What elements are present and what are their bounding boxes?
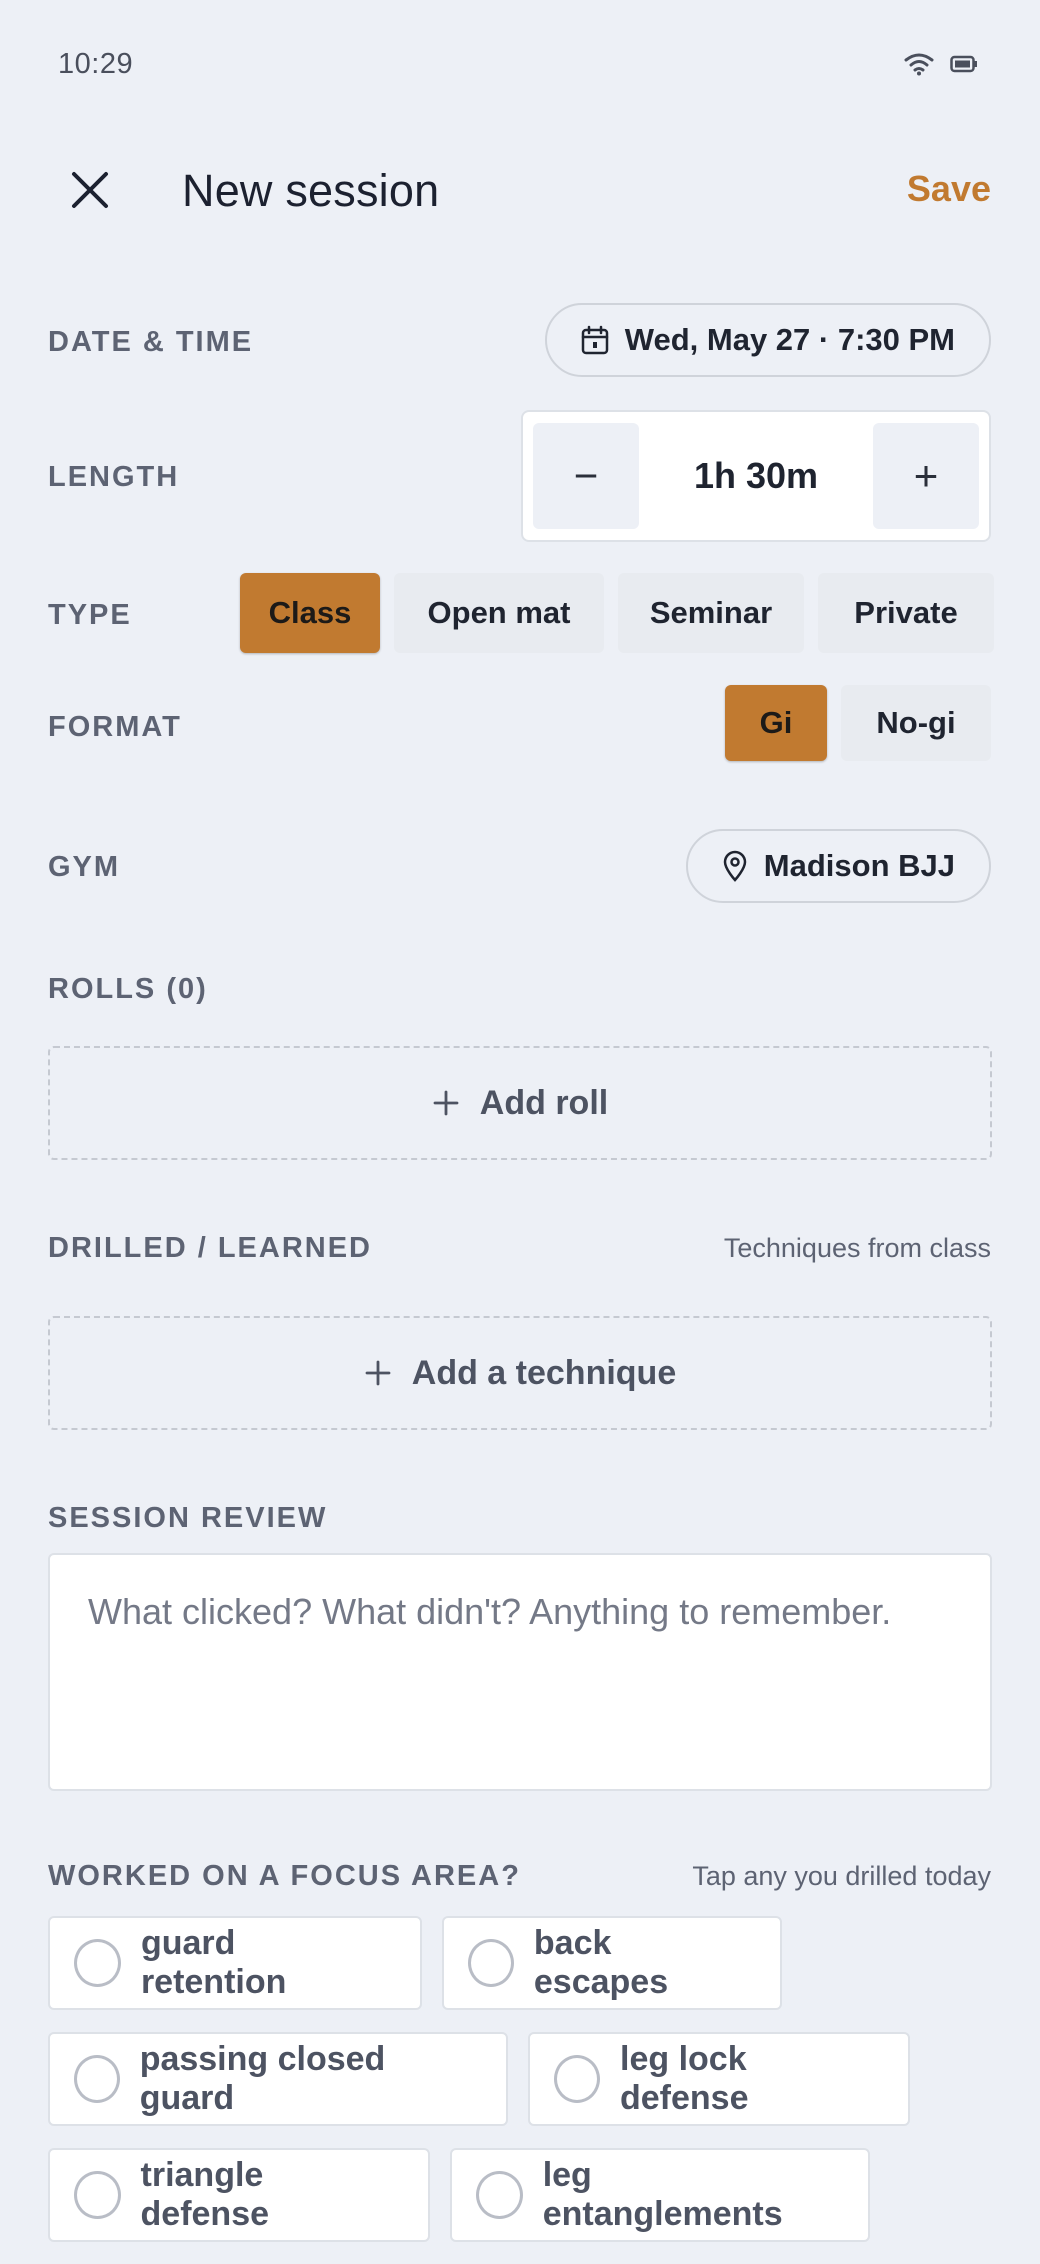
radio-icon: [476, 2171, 523, 2219]
focus-chip-label: guard retention: [140, 1924, 287, 2001]
status-time: 10:29: [58, 48, 134, 80]
save-button[interactable]: Save: [907, 168, 991, 210]
type-option-private[interactable]: Private: [818, 573, 994, 653]
wifi-icon: [904, 53, 934, 76]
rolls-label: ROLLS (0): [48, 973, 208, 1005]
focus-area-list: guard retention back escapes passing clo…: [48, 1916, 1008, 2264]
type-option-class[interactable]: Class: [240, 573, 380, 653]
focus-hint: Tap any you drilled today: [692, 1861, 991, 1891]
gym-picker[interactable]: Madison BJJ: [685, 829, 991, 903]
drilled-label: DRILLED / LEARNED: [48, 1232, 372, 1264]
gym-value: Madison BJJ: [763, 848, 955, 883]
add-roll-label: Add roll: [479, 1083, 609, 1122]
type-option-open-mat[interactable]: Open mat: [394, 573, 604, 653]
page-title: New session: [182, 165, 440, 216]
type-selector: Class Open mat Seminar Private: [240, 573, 994, 653]
length-label: LENGTH: [48, 461, 180, 493]
add-technique-label: Add a technique: [411, 1353, 677, 1392]
review-label: SESSION REVIEW: [48, 1502, 328, 1534]
focus-chip-triangle-defense[interactable]: triangle defense: [48, 2148, 430, 2242]
add-technique-button[interactable]: Add a technique: [48, 1316, 992, 1430]
radio-icon: [554, 2055, 600, 2103]
type-option-seminar[interactable]: Seminar: [618, 573, 804, 653]
decrement-button[interactable]: −: [533, 423, 639, 529]
add-roll-button[interactable]: Add roll: [48, 1046, 992, 1160]
radio-icon: [468, 1939, 514, 1987]
close-icon: [72, 172, 108, 208]
review-placeholder: What clicked? What didn't? Anything to r…: [88, 1591, 892, 1632]
focus-chip-leg-entanglements[interactable]: leg entanglements: [450, 2148, 870, 2242]
focus-label: WORKED ON A FOCUS AREA?: [48, 1860, 521, 1892]
focus-chip-label: passing closed guard: [139, 2040, 386, 2117]
drilled-hint: Techniques from class: [723, 1233, 991, 1263]
date-time-value: Wed, May 27 · 7:30 PM: [624, 322, 955, 357]
length-value: 1h 30m: [693, 455, 819, 496]
focus-chip-back-escapes[interactable]: back escapes: [442, 1916, 782, 2010]
focus-chip-label: back escapes: [533, 1924, 669, 2001]
plus-icon: [433, 1090, 459, 1116]
radio-icon: [74, 2171, 121, 2219]
status-icons: [904, 52, 978, 76]
radio-icon: [74, 2055, 120, 2103]
date-time-picker[interactable]: Wed, May 27 · 7:30 PM: [544, 303, 991, 377]
date-time-label: DATE & TIME: [48, 326, 254, 358]
focus-chip-label: leg entanglements: [542, 2156, 783, 2233]
focus-chip-passing-closed-guard[interactable]: passing closed guard: [48, 2032, 508, 2126]
length-stepper[interactable]: − 1h 30m +: [521, 410, 991, 542]
plus-icon: [365, 1360, 391, 1386]
gym-label: GYM: [48, 851, 121, 883]
type-label: TYPE: [48, 599, 132, 631]
increment-button[interactable]: +: [872, 423, 979, 529]
format-option-no-gi[interactable]: No-gi: [841, 685, 991, 761]
close-button[interactable]: [68, 168, 112, 212]
focus-chip-label: triangle defense: [140, 2156, 270, 2233]
focus-chip-label: leg lock defense: [620, 2040, 749, 2117]
battery-icon: [950, 55, 977, 73]
format-option-gi[interactable]: Gi: [725, 685, 827, 761]
format-selector: Gi No-gi: [725, 685, 991, 761]
focus-chip-leg-lock-defense[interactable]: leg lock defense: [528, 2032, 910, 2126]
session-review-input[interactable]: What clicked? What didn't? Anything to r…: [48, 1553, 992, 1791]
focus-chip-guard-retention[interactable]: guard retention: [48, 1916, 422, 2010]
location-pin-icon: [723, 850, 747, 882]
radio-icon: [74, 1939, 121, 1987]
format-label: FORMAT: [48, 711, 182, 743]
calendar-icon: [581, 325, 609, 355]
